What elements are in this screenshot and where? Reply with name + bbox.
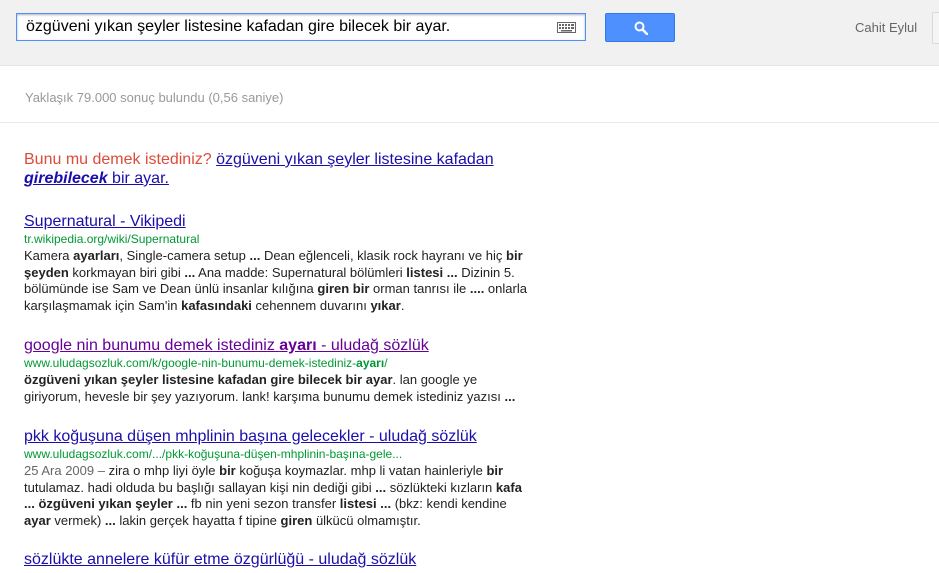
suggestion-corrected-word: girebilecek (24, 170, 108, 187)
snippet-part: cehennem duvarını (251, 297, 371, 313)
snippet-highlight: giren (280, 512, 313, 528)
url-part: www.uludagsozluk.com/k/google-nin-bunumu… (24, 356, 357, 370)
snippet-part: tutulamaz. hadi olduda bu başlığı sallay… (24, 479, 376, 495)
snippet-part: sözlükteki kızların (386, 479, 496, 495)
result-snippet: özgüveni yıkan şeyler listesine kafadan … (24, 372, 534, 405)
snippet-part: koğuşa koymazlar. mhp li vatan hainleriy… (235, 463, 487, 478)
snippet-highlight: yıkar (370, 297, 401, 313)
snippet-highlight: özgüveni yıkan şeyler ... (38, 496, 188, 511)
snippet-highlight: giren bir (317, 281, 370, 296)
snippet-highlight: ... (504, 388, 516, 404)
search-input[interactable] (17, 14, 547, 40)
snippet-part: . (400, 297, 405, 313)
snippet-highlight: ... (446, 264, 458, 280)
suggestion-part: bir ayar. (107, 170, 169, 187)
snippet-highlight: .... (469, 281, 485, 296)
result-stats: Yaklaşık 79.000 sonuç bulundu (0,56 sani… (25, 90, 284, 105)
result-title-link[interactable]: Supernatural - Vikipedi (24, 212, 534, 231)
result-title-link[interactable]: pkk koğuşuna düşen mhplinin başına gelec… (24, 427, 534, 446)
snippet-highlight: ... (375, 479, 387, 495)
snippet-part: vermek) (50, 512, 105, 528)
snippet-part: (bkz: kendi kendine (391, 496, 507, 511)
suggestion-part: özgüveni yıkan şeyler listesine kafadan (216, 151, 494, 168)
snippet-part: Dean eğlenceli, klasik rock hayranı ve h… (260, 248, 507, 263)
url-part: / (384, 356, 388, 370)
snippet-highlight: listesi (406, 264, 444, 280)
title-part: pkk koğuşuna düşen mhplinin başına gelec… (24, 428, 477, 445)
title-part: sözlükte annelere küfür etme özgürlüğü -… (24, 551, 417, 568)
result-url: www.uludagsozluk.com/.../pkk-koğuşuna-dü… (24, 447, 534, 462)
snippet-part: orman tanrısı ile (369, 281, 470, 296)
snippet-highlight: ... (184, 264, 196, 280)
spelling-suggestion: Bunu mu demek istediniz? özgüveni yıkan … (24, 150, 544, 188)
search-result: google nin bunumu demek istediniz ayarı … (24, 336, 534, 405)
search-box[interactable] (16, 13, 586, 41)
snippet-highlight: ... (104, 512, 116, 528)
snippet-part: Ana madde: Supernatural bölümleri (195, 264, 407, 280)
keyboard-icon[interactable] (557, 22, 576, 33)
title-part: google nin bunumu demek istediniz (24, 337, 280, 354)
title-highlight: ayarı (279, 337, 317, 354)
result-date: 25 Ara 2009 – (24, 463, 109, 478)
snippet-highlight: bir (219, 463, 236, 478)
snippet-part: zira o mhp liyi öyle (108, 463, 220, 478)
search-icon (634, 21, 648, 35)
snippet-part: lakin gerçek hayatta f tipine (115, 512, 281, 528)
snippet-part: , Single-camera setup (119, 248, 250, 263)
result-url: tr.wikipedia.org/wiki/Supernatural (24, 232, 534, 247)
snippet-highlight: ayarları (73, 248, 120, 263)
search-result: Supernatural - Vikipedi tr.wikipedia.org… (24, 212, 534, 314)
snippet-part: fb nin yeni sezon transfer (187, 496, 340, 511)
top-header-bar: Cahit Eylul (0, 0, 939, 66)
snippet-highlight: ... (249, 248, 261, 263)
results-divider (0, 122, 939, 123)
snippet-highlight: bir (486, 463, 504, 478)
title-part: - uludağ sözlük (316, 337, 429, 354)
snippet-highlight: ayar (24, 512, 51, 528)
user-name[interactable]: Cahit Eylul (855, 20, 917, 35)
snippet-part: Kamera (24, 248, 74, 263)
result-title-link[interactable]: sözlükte annelere küfür etme özgürlüğü -… (24, 550, 534, 569)
result-snippet: Kamera ayarları, Single-camera setup ...… (24, 248, 534, 314)
snippet-highlight: listesi ... (339, 496, 392, 511)
url-part: www.uludagsozluk.com/.../pkk-koğuşuna-dü… (24, 447, 403, 461)
spelling-suggestion-label: Bunu mu demek istediniz? (24, 151, 212, 168)
search-result: sözlükte annelere küfür etme özgürlüğü -… (24, 550, 534, 569)
snippet-highlight: kafasındaki (181, 297, 252, 313)
title-part: Supernatural - Vikipedi (24, 213, 186, 230)
snippet-highlight: özgüveni yıkan şeyler listesine kafadan … (24, 372, 393, 387)
snippet-part: korkmayan biri gibi (68, 264, 185, 280)
result-snippet: 25 Ara 2009 – zira o mhp liyi öyle bir k… (24, 463, 534, 529)
url-part: tr.wikipedia.org/wiki/Supernatural (24, 232, 200, 246)
result-url: www.uludagsozluk.com/k/google-nin-bunumu… (24, 356, 534, 371)
search-result: pkk koğuşuna düşen mhplinin başına gelec… (24, 427, 534, 529)
snippet-part: ülkücü olmamıştır. (312, 512, 421, 528)
search-button[interactable] (605, 13, 675, 42)
result-title-link[interactable]: google nin bunumu demek istediniz ayarı … (24, 336, 534, 355)
url-highlight: ayarı (356, 356, 385, 370)
apps-button[interactable] (932, 12, 939, 44)
